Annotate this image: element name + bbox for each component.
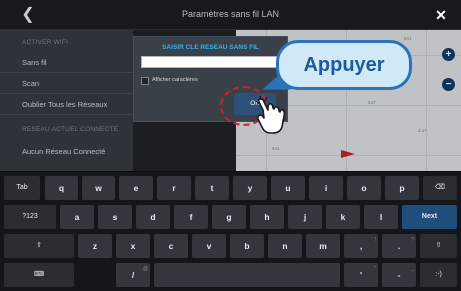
key-d[interactable]: d — [136, 205, 170, 229]
key-period-label: . — [397, 241, 401, 251]
key-j[interactable]: j — [288, 205, 322, 229]
key-tab[interactable]: Tab — [4, 176, 40, 200]
key-apostrophe-alt: " — [374, 266, 376, 272]
close-icon: ✕ — [435, 7, 447, 23]
callout-bubble: Appuyer — [276, 40, 412, 90]
pointing-hand-icon — [255, 96, 286, 134]
key-period[interactable]: .? — [382, 234, 416, 258]
key-c[interactable]: c — [154, 234, 188, 258]
key-emoticon[interactable]: :-) — [420, 263, 457, 287]
keyboard-settings-key[interactable]: ⌨ — [4, 263, 74, 287]
keyboard-icon: ⌨ — [33, 271, 45, 278]
network-key-input[interactable] — [141, 56, 286, 68]
title-bar: ❮ Paramètres sans fil LAN ✕ — [0, 0, 461, 30]
key-dash[interactable]: - _ — [382, 263, 416, 287]
key-slash-alt: @ — [142, 266, 148, 272]
key-o[interactable]: o — [347, 176, 381, 200]
key-comma[interactable]: ,! — [344, 234, 378, 258]
key-i[interactable]: i — [309, 176, 343, 200]
key-slash-label: / — [131, 270, 135, 280]
connected-network-status: Aucun Réseau Connecté — [22, 147, 106, 156]
shift-key-right[interactable]: ⇧ — [420, 234, 457, 258]
key-t[interactable]: t — [195, 176, 229, 200]
key-dash-alt: _ — [411, 266, 414, 272]
divider — [0, 114, 133, 115]
settings-sidebar: ACTIVER WIFI Sans fil Scan Oublier Tous … — [0, 30, 133, 171]
key-r[interactable]: r — [157, 176, 191, 200]
key-p[interactable]: p — [385, 176, 419, 200]
key-x[interactable]: x — [116, 234, 150, 258]
show-characters-label: Afficher caractères — [152, 77, 198, 83]
backspace-icon: ⌫ — [435, 184, 445, 191]
page-title: Paramètres sans fil LAN — [181, 9, 280, 19]
key-apostrophe-label: ' — [359, 270, 363, 280]
key-dash-label: - — [397, 270, 401, 280]
shift-icon: ⇧ — [36, 242, 42, 249]
divider — [0, 93, 133, 94]
sidebar-item-scan[interactable]: Scan — [22, 79, 39, 88]
section-heading-connected: RESEAU ACTUEL CONNECTÉ — [22, 126, 119, 133]
key-f[interactable]: f — [174, 205, 208, 229]
key-symbols[interactable]: ?123 — [4, 205, 56, 229]
key-period-alt: ? — [411, 237, 414, 243]
sidebar-item-wireless[interactable]: Sans fil — [22, 58, 47, 67]
key-k[interactable]: k — [326, 205, 360, 229]
key-q[interactable]: q — [45, 176, 78, 200]
key-comma-label: , — [359, 241, 363, 251]
key-h[interactable]: h — [250, 205, 284, 229]
callout-text: Appuyer — [303, 54, 385, 76]
key-s[interactable]: s — [98, 205, 132, 229]
key-apostrophe[interactable]: ' " — [344, 263, 378, 287]
key-u[interactable]: u — [271, 176, 305, 200]
key-space[interactable] — [154, 263, 340, 287]
key-m[interactable]: m — [306, 234, 340, 258]
dialog-title: SAISIR CLE RESEAU SANS FIL — [162, 44, 259, 51]
key-b[interactable]: b — [230, 234, 264, 258]
section-heading-wifi: ACTIVER WIFI — [22, 39, 69, 46]
key-next[interactable]: Next — [402, 205, 457, 229]
shift-icon: ⇧ — [435, 242, 442, 249]
divider — [0, 72, 133, 73]
key-y[interactable]: y — [233, 176, 267, 200]
key-w[interactable]: w — [82, 176, 115, 200]
key-n[interactable]: n — [268, 234, 302, 258]
backspace-key[interactable]: ⌫ — [423, 176, 457, 200]
on-screen-keyboard: Tab q w e r t y u i o p ⌫ ?123 a s d f g… — [0, 171, 461, 291]
key-z[interactable]: z — [78, 234, 112, 258]
key-l[interactable]: l — [364, 205, 398, 229]
key-slash[interactable]: / @ — [116, 263, 150, 287]
close-button[interactable]: ✕ — [431, 5, 451, 25]
key-v[interactable]: v — [192, 234, 226, 258]
shift-key-left[interactable]: ⇧ — [4, 234, 74, 258]
key-g[interactable]: g — [212, 205, 246, 229]
show-characters-checkbox[interactable] — [141, 77, 149, 85]
key-comma-alt: ! — [374, 237, 376, 243]
key-e[interactable]: e — [119, 176, 153, 200]
sidebar-item-forget-all[interactable]: Oublier Tous les Réseaux — [22, 100, 107, 109]
key-a[interactable]: a — [60, 205, 94, 229]
